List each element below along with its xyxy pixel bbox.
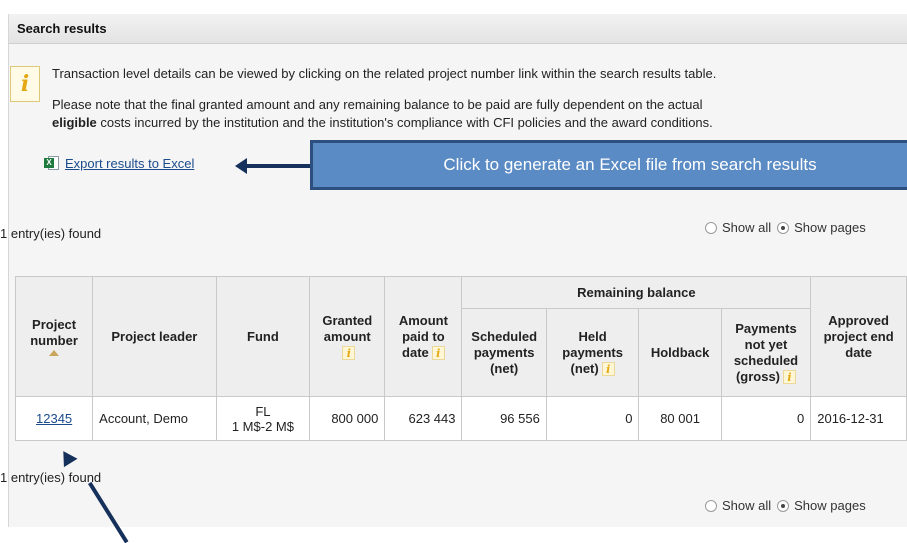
header-end-date: Approved project end date	[810, 276, 907, 397]
cell-scheduled-payments: 96 556	[461, 396, 547, 441]
cell-amount-paid: 623 443	[384, 396, 463, 441]
entries-found-top: 1 entry(ies) found	[0, 226, 102, 241]
project-number-link[interactable]: 12345	[36, 411, 72, 426]
held-info-icon[interactable]: i	[601, 362, 615, 377]
info-text-2: Please note that the final granted amoun…	[52, 97, 703, 112]
cell-project-leader: Account, Demo	[92, 396, 217, 441]
header-held-payments: Held payments (net) i	[545, 308, 640, 397]
not-scheduled-info-icon[interactable]: i	[783, 370, 797, 385]
info-text-3-rest: costs incurred by the institution and th…	[96, 115, 713, 130]
header-granted-amount: Granted amount i	[309, 276, 386, 397]
cell-holdback: 80 001	[638, 396, 722, 441]
header-amount-paid: Amount paid to date i	[384, 276, 463, 397]
cell-end-date: 2016-12-31	[810, 396, 907, 441]
entries-found-bottom: 1 entry(ies) found	[0, 470, 102, 485]
header-project-leader: Project leader	[92, 276, 217, 397]
show-pages-label-bottom[interactable]: Show pages	[794, 498, 866, 513]
show-all-radio-bottom[interactable]	[705, 499, 717, 512]
info-text-1: Transaction level details can be viewed …	[52, 66, 717, 81]
table-row: 12345 Account, Demo FL 1 M$-2 M$ 800 000 …	[14, 396, 907, 441]
eligible-emphasis: eligible	[52, 115, 97, 130]
show-all-label-bottom[interactable]: Show all	[722, 498, 771, 513]
cell-fund: FL 1 M$-2 M$	[215, 396, 311, 441]
header-not-scheduled: Payments not yet scheduled (gross) i	[720, 308, 812, 397]
info-icon: i	[10, 66, 40, 102]
panel-title: Search results	[8, 14, 907, 44]
excel-icon[interactable]: X	[44, 155, 60, 171]
amount-paid-info-icon[interactable]: i	[431, 346, 445, 361]
show-all-radio[interactable]	[705, 221, 717, 234]
excel-callout: Click to generate an Excel file from sea…	[310, 140, 907, 190]
search-results-panel	[8, 14, 907, 527]
header-project-number[interactable]: Project number	[14, 276, 94, 397]
pager-top: Show all Show pages	[705, 220, 872, 235]
cell-not-scheduled: 0	[720, 396, 812, 441]
header-scheduled-payments: Scheduled payments (net)	[461, 308, 547, 397]
info-text-3: eligible costs incurred by the instituti…	[52, 115, 713, 130]
cell-held-payments: 0	[545, 396, 640, 441]
export-row: X Export results to Excel	[44, 155, 194, 171]
show-pages-radio-bottom[interactable]	[777, 499, 790, 512]
granted-info-icon[interactable]: i	[342, 346, 356, 361]
header-remaining-balance: Remaining balance	[461, 276, 812, 309]
header-holdback: Holdback	[638, 308, 722, 397]
results-table: Project number Project leader Fund Grant…	[14, 276, 907, 441]
show-all-label[interactable]: Show all	[722, 220, 771, 235]
header-fund: Fund	[215, 276, 311, 397]
export-to-excel-link[interactable]: Export results to Excel	[65, 156, 194, 171]
show-pages-radio[interactable]	[777, 221, 790, 234]
show-pages-label[interactable]: Show pages	[794, 220, 866, 235]
cell-project-number: 12345	[14, 396, 94, 441]
callout-arrow-shaft	[246, 164, 310, 168]
sort-ascending-icon	[49, 350, 60, 356]
cell-granted-amount: 800 000	[309, 396, 386, 441]
pager-bottom: Show all Show pages	[705, 498, 872, 513]
